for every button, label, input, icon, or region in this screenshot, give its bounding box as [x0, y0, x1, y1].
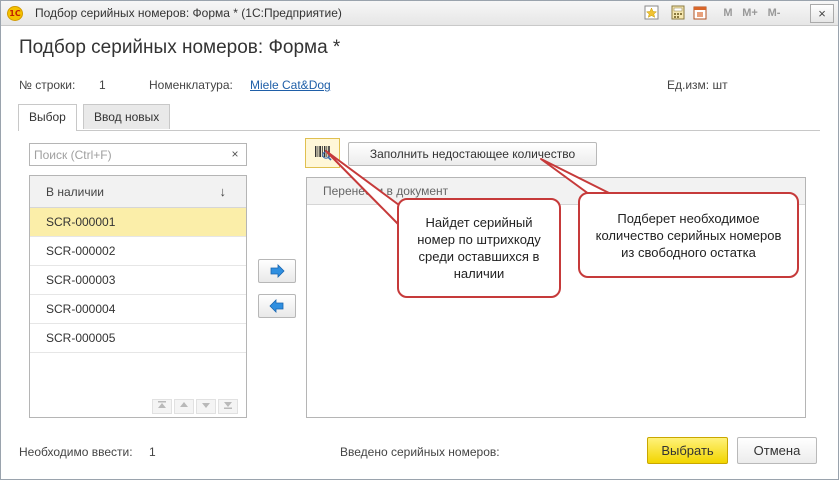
- scroll-down-icon[interactable]: [196, 399, 216, 414]
- favorites-icon[interactable]: [643, 5, 660, 22]
- close-button[interactable]: ×: [810, 4, 834, 23]
- title-bar: 1С Подбор серийных номеров: Форма * (1С:…: [1, 1, 838, 26]
- tab-enter-new[interactable]: Ввод новых: [83, 104, 171, 129]
- nomenclature-label: Номенклатура:: [149, 78, 233, 92]
- scroll-last-icon[interactable]: [218, 399, 238, 414]
- required-label: Необходимо ввести:: [19, 445, 133, 459]
- arrow-right-icon: [270, 264, 285, 278]
- unit-label: Ед.изм: шт: [667, 78, 728, 92]
- select-button[interactable]: Выбрать: [647, 437, 728, 464]
- fill-callout: Подберет необходимое количество серийных…: [578, 192, 799, 278]
- list-item[interactable]: SCR-000004: [30, 295, 246, 324]
- move-left-button[interactable]: [258, 294, 296, 318]
- calculator-icon[interactable]: [669, 5, 686, 22]
- row-number-label: № строки:: [19, 78, 76, 92]
- nomenclature-link[interactable]: Miele Cat&Dog: [250, 78, 331, 92]
- available-list: В наличии ↓ SCR-000001 SCR-000002 SCR-00…: [29, 175, 247, 418]
- app-logo-icon: 1С: [7, 6, 23, 21]
- scroll-up-icon[interactable]: [174, 399, 194, 414]
- list-item[interactable]: SCR-000003: [30, 266, 246, 295]
- page-title: Подбор серийных номеров: Форма *: [19, 37, 341, 58]
- arrow-left-icon: [269, 299, 284, 313]
- list-item[interactable]: SCR-000005: [30, 324, 246, 353]
- memory-plus-button[interactable]: M+: [741, 5, 759, 22]
- tab-select[interactable]: Выбор: [18, 104, 77, 131]
- form-window: 1С Подбор серийных номеров: Форма * (1С:…: [0, 0, 839, 480]
- window-title: Подбор серийных номеров: Форма * (1С:Пре…: [35, 6, 342, 20]
- memory-minus-button[interactable]: M-: [765, 5, 783, 22]
- scroll-first-icon[interactable]: [152, 399, 172, 414]
- list-item[interactable]: SCR-000001: [30, 208, 246, 237]
- entered-label: Введено серийных номеров:: [340, 445, 500, 459]
- move-right-button[interactable]: [258, 259, 296, 283]
- search-input[interactable]: [30, 144, 226, 165]
- list-navigation: [150, 399, 246, 414]
- available-header-label: В наличии: [46, 185, 105, 199]
- barcode-callout: Найдет серийный номер по штрихкоду среди…: [397, 198, 561, 298]
- clear-search-icon[interactable]: ×: [228, 147, 242, 162]
- available-list-header[interactable]: В наличии ↓: [30, 176, 246, 208]
- row-number-value: 1: [99, 78, 106, 92]
- memory-button[interactable]: M: [719, 5, 737, 22]
- calendar-icon[interactable]: [691, 5, 708, 22]
- list-item[interactable]: SCR-000002: [30, 237, 246, 266]
- search-box: ×: [29, 143, 247, 166]
- fill-missing-quantity-button[interactable]: Заполнить недостающее количество: [348, 142, 597, 166]
- cancel-button[interactable]: Отмена: [737, 437, 817, 464]
- required-value: 1: [149, 445, 156, 459]
- barcode-search-button[interactable]: [305, 138, 340, 168]
- barcode-icon: [315, 146, 332, 161]
- close-icon: ×: [818, 6, 826, 21]
- sort-down-icon[interactable]: ↓: [220, 176, 227, 208]
